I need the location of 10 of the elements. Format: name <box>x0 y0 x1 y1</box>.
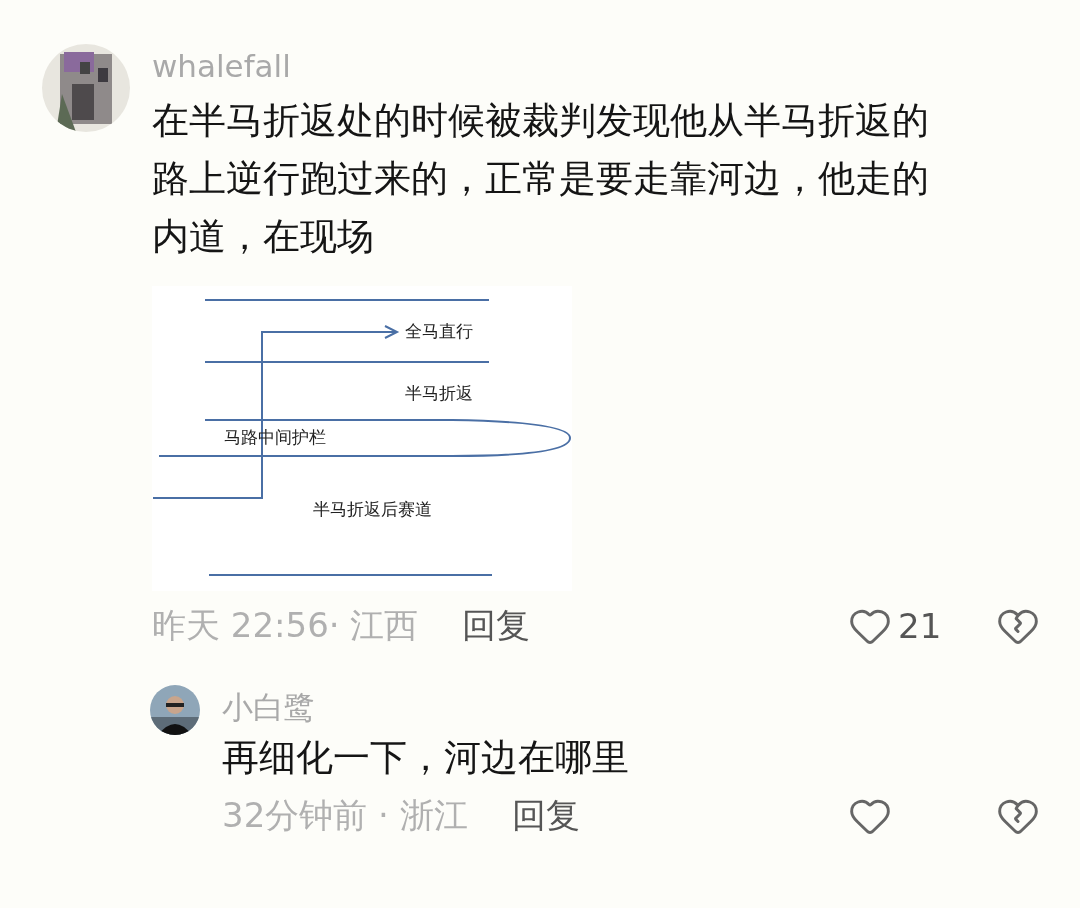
timestamp: 32分钟前 · 浙江 <box>222 794 468 837</box>
reply-link[interactable]: 回复 <box>462 603 531 649</box>
diagram-label: 全马直行 <box>405 321 473 341</box>
like-count: 21 <box>898 606 943 646</box>
diagram-label: 半马折返后赛道 <box>312 499 432 519</box>
comment-text: 再细化一下，河边在哪里 <box>222 735 630 781</box>
diagram-label: 半马折返 <box>405 383 473 403</box>
comment-text: 在半马折返处的时候被裁判发现他从半马折返的 路上逆行跑过来的，正常是要走靠河边，他走的 内道，在现场 <box>152 98 930 260</box>
reply-link[interactable]: 回复 <box>511 793 580 839</box>
timestamp: 昨天 22:56· 江西 <box>152 604 419 647</box>
